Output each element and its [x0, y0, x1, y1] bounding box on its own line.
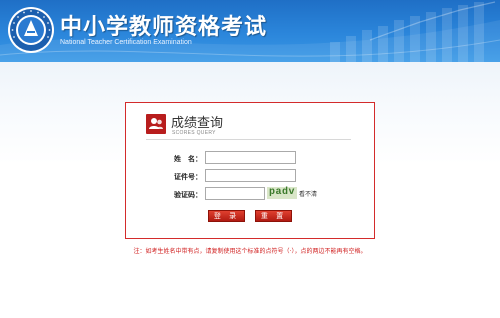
site-title: 中小学教师资格考试 — [60, 15, 268, 40]
name-input[interactable] — [205, 151, 296, 164]
captcha-label: 验证码： — [174, 191, 202, 199]
id-number-label: 证件号： — [174, 173, 202, 181]
captcha-image[interactable]: padv — [267, 187, 297, 199]
users-icon — [146, 114, 166, 134]
captcha-refresh-link[interactable]: 看不清 — [299, 189, 317, 198]
captcha-input[interactable] — [205, 187, 265, 200]
notice-text: 注：如考生姓名中带有点，请复制使用这个标准的点符号（·），点的两边不能再有空格。 — [133, 248, 367, 255]
id-number-input[interactable] — [205, 169, 296, 182]
name-label: 姓 名： — [174, 155, 202, 163]
panel-title: 成绩查询 — [171, 116, 224, 131]
panel-header: 成绩查询 SCORES QUERY — [146, 112, 351, 140]
bar-graph-decoration — [330, 1, 496, 62]
reset-button[interactable]: 重 置 — [255, 210, 292, 222]
login-button[interactable]: 登 录 — [208, 210, 245, 222]
panel-subtitle: SCORES QUERY — [172, 130, 216, 136]
exam-emblem-icon — [8, 7, 54, 53]
header-banner: 中小学教师资格考试 National Teacher Certification… — [0, 0, 500, 62]
site-subtitle: National Teacher Certification Examinati… — [60, 39, 192, 46]
